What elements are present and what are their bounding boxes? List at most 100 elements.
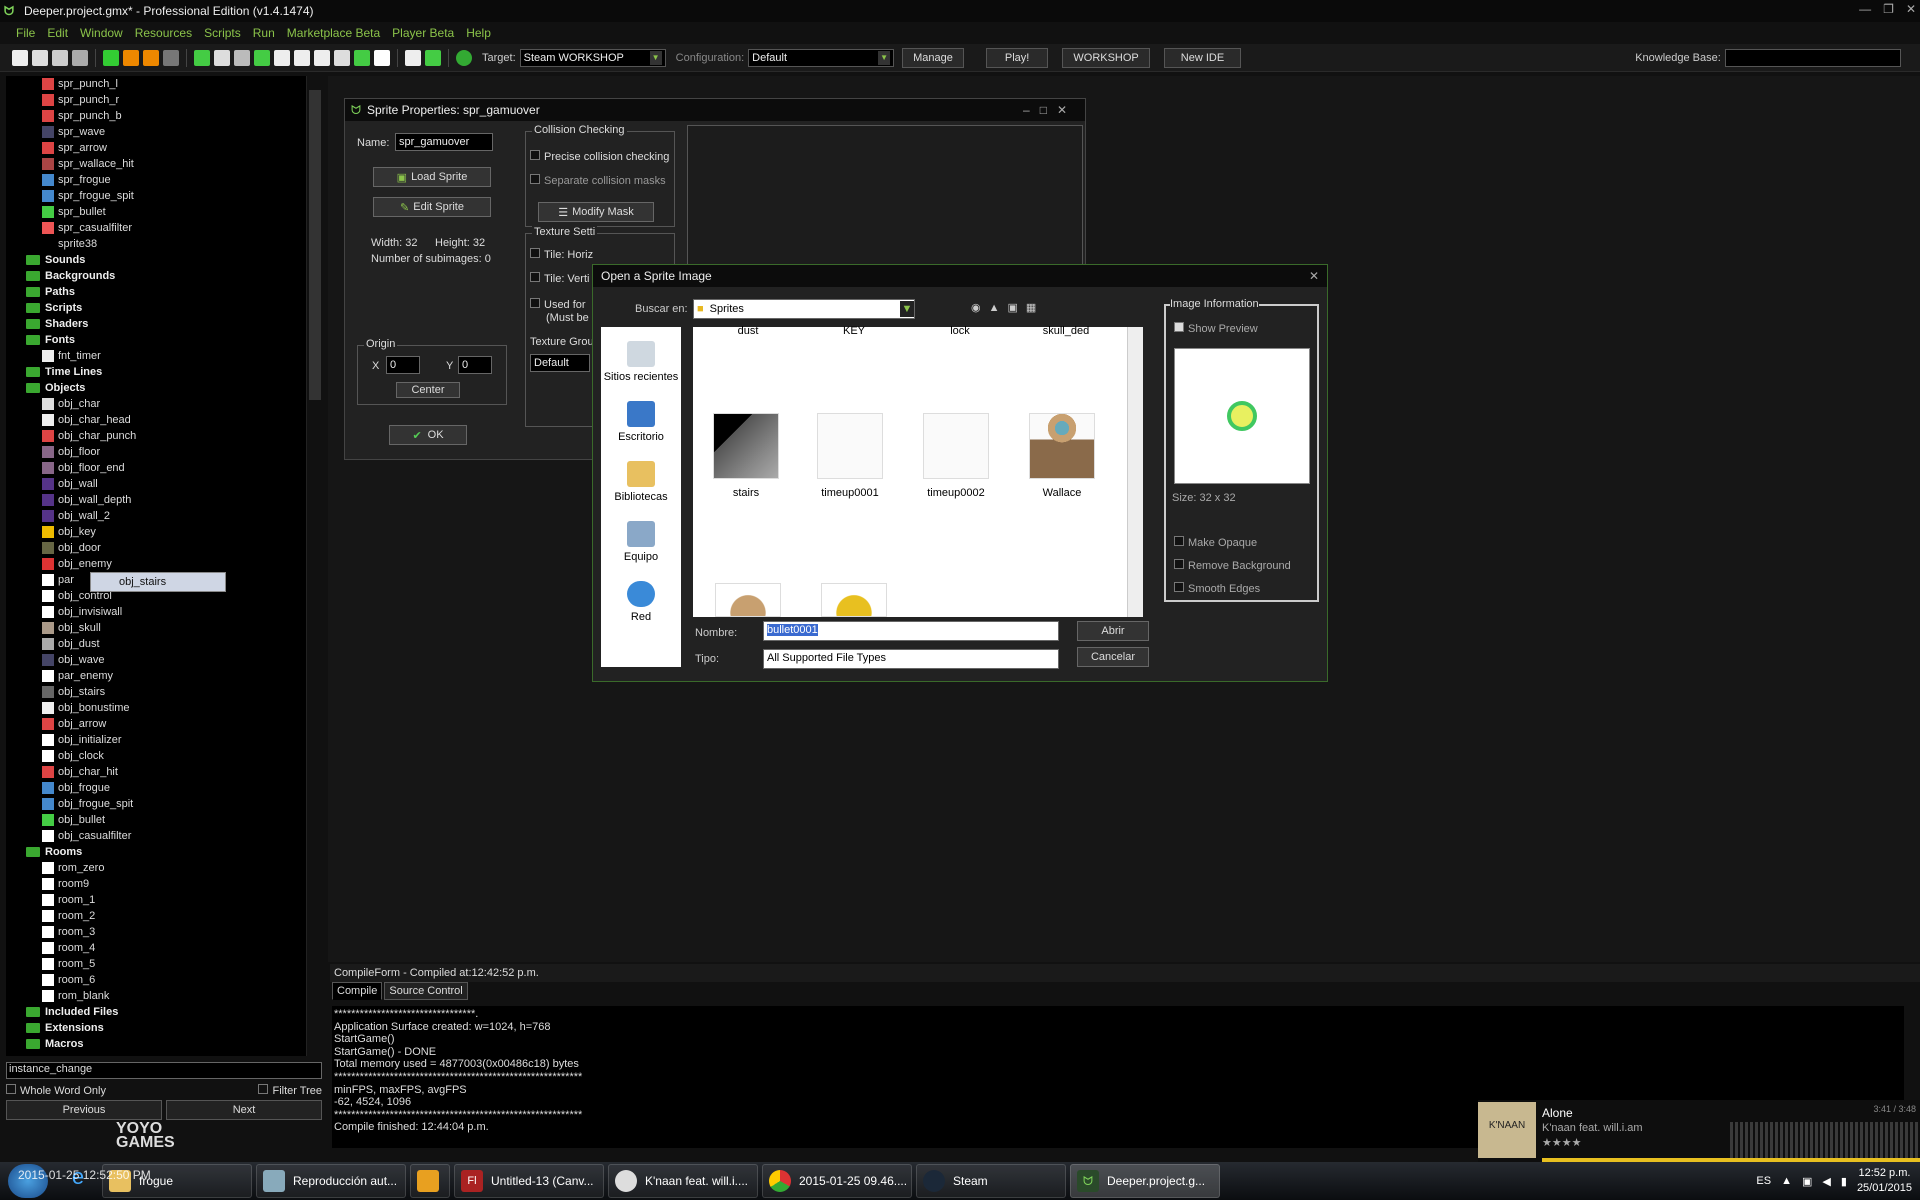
precise-checkbox[interactable]: Precise collision checking <box>530 150 669 163</box>
menu-help[interactable]: Help <box>466 26 491 40</box>
window-controls[interactable]: –□✕ <box>1023 103 1077 117</box>
knowledge-base-input[interactable] <box>1724 48 1901 67</box>
close-icon[interactable]: ✕ <box>1309 269 1319 283</box>
add-object-icon[interactable] <box>354 49 370 66</box>
tree-item-object[interactable]: obj_key <box>6 524 308 540</box>
menu-scripts[interactable]: Scripts <box>204 26 241 40</box>
tree-item-object[interactable]: obj_clock <box>6 748 308 764</box>
tree-item-room[interactable]: room_5 <box>6 956 308 972</box>
task-flash[interactable]: Fl Untitled-13 (Canv... <box>454 1164 604 1198</box>
sprite-name-input[interactable]: spr_gamuover <box>395 133 493 151</box>
origin-y-input[interactable]: 0 <box>458 356 492 374</box>
tree-item-room[interactable]: room_1 <box>6 892 308 908</box>
place-desktop[interactable]: Escritorio <box>601 387 681 447</box>
tree-item-sprite[interactable]: sprite38 <box>6 236 308 252</box>
add-font-icon[interactable] <box>314 49 330 66</box>
new-project-icon[interactable] <box>12 49 28 66</box>
place-network[interactable]: Red <box>601 567 681 627</box>
tree-item-object[interactable]: obj_dust <box>6 636 308 652</box>
target-select[interactable]: Steam WORKSHOP ▼ <box>519 48 666 67</box>
tree-item-object[interactable]: obj_casualfilter <box>6 828 308 844</box>
tree-item-room[interactable]: room_6 <box>6 972 308 988</box>
file-item[interactable]: stairs <box>701 413 791 499</box>
help-icon[interactable] <box>456 49 472 66</box>
modify-mask-button[interactable]: ☰ Modify Mask <box>538 202 654 222</box>
menu-run[interactable]: Run <box>253 26 275 40</box>
center-button[interactable]: Center <box>396 382 460 398</box>
smooth-edges-checkbox[interactable]: Smooth Edges <box>1174 582 1260 595</box>
tab-compile[interactable]: Compile <box>332 982 383 1000</box>
edit-sprite-button[interactable]: ✎ Edit Sprite <box>373 197 491 217</box>
power-icon[interactable]: ▮ <box>1841 1175 1847 1188</box>
add-sprite-icon[interactable] <box>194 49 210 66</box>
play-button[interactable]: Play! <box>985 47 1049 68</box>
add-room-icon[interactable] <box>374 49 390 66</box>
tree-item-object[interactable]: par_enemy <box>6 668 308 684</box>
task-autoplay[interactable]: Reproducción aut... <box>256 1164 406 1198</box>
volume-icon[interactable]: ◀ <box>1822 1175 1830 1188</box>
task-steam[interactable]: Steam <box>916 1164 1066 1198</box>
minimize-button[interactable]: — <box>1859 2 1871 16</box>
ok-button[interactable]: ✔ OK <box>389 425 467 445</box>
network-icon[interactable]: ▣ <box>1802 1175 1812 1188</box>
tree-item-object[interactable]: obj_invisiwall <box>6 604 308 620</box>
filetype-select[interactable]: All Supported File Types <box>763 649 1059 669</box>
used-for-checkbox[interactable]: Used for <box>530 298 586 311</box>
tree-item-sprite[interactable]: spr_casualfilter <box>6 220 308 236</box>
tree-item-room[interactable]: room_3 <box>6 924 308 940</box>
task-media[interactable] <box>410 1164 450 1198</box>
tree-folder[interactable]: Shaders <box>6 316 308 332</box>
tree-item-room[interactable]: room_2 <box>6 908 308 924</box>
remove-background-checkbox[interactable]: Remove Background <box>1174 559 1291 572</box>
separate-masks-checkbox[interactable]: Separate collision masks <box>530 174 666 187</box>
tree-folder[interactable]: Rooms <box>6 844 308 860</box>
tree-item-object[interactable]: obj_initializer <box>6 732 308 748</box>
tree-item-object[interactable]: obj_char <box>6 396 308 412</box>
load-sprite-button[interactable]: ▣ Load Sprite <box>373 167 491 187</box>
tree-item-object[interactable]: obj_wave <box>6 652 308 668</box>
tree-item-object[interactable]: obj_bonustime <box>6 700 308 716</box>
tree-item-object[interactable]: obj_floor_end <box>6 460 308 476</box>
tree-item-object[interactable]: obj_char_hit <box>6 764 308 780</box>
file-item[interactable]: Wallace <box>1017 413 1107 499</box>
tree-folder[interactable]: Time Lines <box>6 364 308 380</box>
rating-stars[interactable]: ★★★★ <box>1542 1136 1581 1149</box>
menu-edit[interactable]: Edit <box>47 26 68 40</box>
file-item[interactable]: timeup0002 <box>911 413 1001 499</box>
add-sound-icon[interactable] <box>214 49 230 66</box>
tree-folder[interactable]: Included Files <box>6 1004 308 1020</box>
open-project-icon[interactable] <box>32 49 48 66</box>
tree-item-font[interactable]: fnt_timer <box>6 348 308 364</box>
task-chrome[interactable]: 2015-01-25 09.46.... <box>762 1164 912 1198</box>
filename-input[interactable]: bullet0001 <box>763 621 1059 641</box>
tree-item-room[interactable]: room9 <box>6 876 308 892</box>
tree-folder[interactable]: Paths <box>6 284 308 300</box>
tab-source-control[interactable]: Source Control <box>384 982 468 1000</box>
tile-horizontal-checkbox[interactable]: Tile: Horiz <box>530 248 593 261</box>
place-libraries[interactable]: Bibliotecas <box>601 447 681 507</box>
tree-item-room[interactable]: room_4 <box>6 940 308 956</box>
file-item[interactable]: timeup0001 <box>805 413 895 499</box>
tree-scrollbar[interactable] <box>306 76 322 1056</box>
filter-tree-checkbox[interactable]: Filter Tree <box>258 1083 322 1097</box>
add-background-icon[interactable] <box>234 49 250 66</box>
tree-folder[interactable]: Extensions <box>6 1020 308 1036</box>
workshop-button[interactable]: WORKSHOP <box>1062 47 1150 68</box>
add-path-icon[interactable] <box>254 49 270 66</box>
texture-group-select[interactable]: Default <box>530 354 590 372</box>
tree-item-object[interactable]: obj_enemy <box>6 556 308 572</box>
tree-item-sprite[interactable]: spr_wallace_hit <box>6 156 308 172</box>
tree-item-object[interactable]: obj_char_punch <box>6 428 308 444</box>
menu-player[interactable]: Player Beta <box>392 26 454 40</box>
language-indicator[interactable]: ES <box>1756 1175 1771 1187</box>
place-computer[interactable]: Equipo <box>601 507 681 567</box>
tree-item-sprite[interactable]: spr_bullet <box>6 204 308 220</box>
add-timeline-icon[interactable] <box>334 49 350 66</box>
tree-item-sprite[interactable]: spr_frogue <box>6 172 308 188</box>
tree-item-object[interactable]: obj_arrow <box>6 716 308 732</box>
file-list-scrollbar[interactable] <box>1127 327 1143 617</box>
file-thumbnail-partial[interactable] <box>715 583 781 617</box>
add-script-icon[interactable] <box>274 49 290 66</box>
tree-item-sprite[interactable]: spr_wave <box>6 124 308 140</box>
tree-item-room[interactable]: rom_blank <box>6 988 308 1004</box>
